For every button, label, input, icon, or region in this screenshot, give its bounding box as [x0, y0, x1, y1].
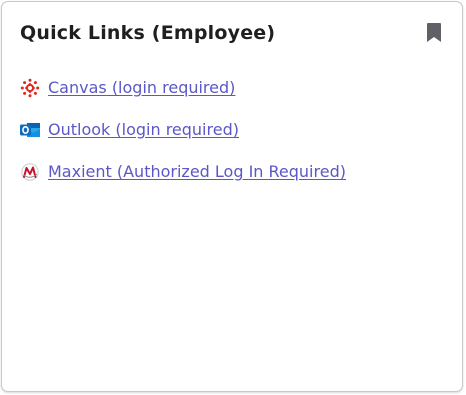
maxient-link[interactable]: Maxient (Authorized Log In Required)	[48, 162, 346, 182]
outlook-icon	[20, 123, 40, 137]
bookmark-icon[interactable]	[427, 23, 441, 42]
quick-links-list: Canvas (login required) Outlook (login r…	[20, 78, 346, 204]
outlook-link[interactable]: Outlook (login required)	[48, 120, 239, 140]
canvas-link[interactable]: Canvas (login required)	[48, 78, 235, 98]
maxient-icon	[21, 163, 39, 181]
quick-links-card: Quick Links (Employee) Canvas (login req…	[1, 1, 463, 392]
list-item: Canvas (login required)	[20, 78, 346, 120]
canvas-icon	[20, 78, 40, 98]
list-item: Maxient (Authorized Log In Required)	[20, 162, 346, 204]
card-title: Quick Links (Employee)	[20, 22, 276, 44]
list-item: Outlook (login required)	[20, 120, 346, 162]
